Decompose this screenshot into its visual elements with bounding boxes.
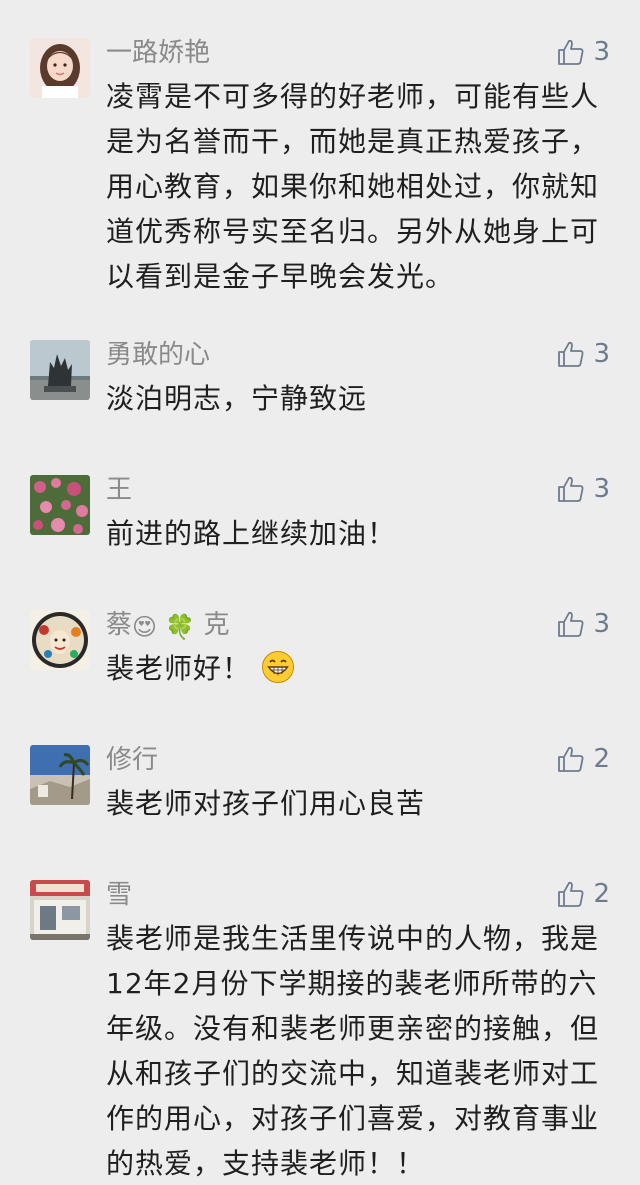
like-button[interactable]: 2	[555, 876, 610, 912]
comment-user-name[interactable]: 勇敢的心	[106, 338, 210, 372]
like-count: 2	[593, 744, 610, 774]
user-name-part: 克	[203, 610, 230, 640]
comment-text: 淡泊明志，宁静致远	[106, 382, 368, 415]
comment-item: 一路娇艳 3 凌霄是不可多得的好老师，可能有些人是为名誉而干，而她是真正热爱孩子…	[0, 36, 640, 293]
thumbs-up-icon	[558, 341, 584, 367]
like-count: 3	[593, 339, 610, 369]
comment-user-name[interactable]: 蔡😍 🍀 克	[106, 608, 229, 644]
thumbs-up-icon	[558, 746, 584, 772]
flowers-photo-avatar[interactable]	[30, 475, 90, 535]
clown-portrait-avatar[interactable]	[30, 610, 90, 670]
thumbs-up-icon	[558, 611, 584, 637]
comment-list: 一路娇艳 3 凌霄是不可多得的好老师，可能有些人是为名誉而干，而她是真正热爱孩子…	[0, 0, 640, 1185]
thumbs-up-icon	[558, 881, 584, 907]
like-button[interactable]: 3	[555, 606, 610, 642]
comment-text: 裴老师对孩子们用心良苦	[106, 787, 426, 820]
thumbs-up-icon	[558, 476, 584, 502]
comment-user-name[interactable]: 王	[106, 473, 132, 507]
comment-item: 雪 2 裴老师是我生活里传说中的人物，我是12年2月份下学期接的裴老师所带的六年…	[0, 878, 640, 1180]
comment-item: 修行 2 裴老师对孩子们用心良苦	[0, 743, 640, 835]
woman-portrait-avatar[interactable]	[30, 38, 90, 98]
like-button[interactable]: 3	[555, 336, 610, 372]
user-name-part: 蔡	[106, 610, 133, 640]
comment-user-name[interactable]: 修行	[106, 743, 158, 777]
like-button[interactable]: 3	[555, 34, 610, 70]
grin-emoji-icon	[262, 651, 295, 683]
comment-user-name[interactable]: 雪	[106, 878, 132, 912]
comment-text: 前进的路上继续加油！	[106, 517, 397, 550]
comment-text-content: 裴老师好！	[106, 652, 252, 685]
comment-item: 勇敢的心 3 淡泊明志，宁静致远	[0, 338, 640, 430]
like-count: 3	[593, 37, 610, 67]
four-leaf-clover-emoji: 🍀	[165, 613, 196, 641]
comment-item: 蔡😍 🍀 克 3 裴老师好！	[0, 608, 640, 700]
like-count: 2	[593, 879, 610, 909]
comment-item: 王 3 前进的路上继续加油！	[0, 473, 640, 565]
comment-text: 凌霄是不可多得的好老师，可能有些人是为名誉而干，而她是真正热爱孩子，用心教育，如…	[106, 80, 600, 293]
heart-eyes-emoji: 😍	[132, 613, 158, 641]
like-count: 3	[593, 609, 610, 639]
like-button[interactable]: 3	[555, 471, 610, 507]
storefront-photo-avatar[interactable]	[30, 880, 90, 940]
comment-text: 裴老师好！	[106, 646, 616, 691]
thumbs-up-icon	[558, 39, 584, 65]
like-button[interactable]: 2	[555, 741, 610, 777]
sculpture-photo-avatar[interactable]	[30, 340, 90, 400]
comment-text: 裴老师是我生活里传说中的人物，我是12年2月份下学期接的裴老师所带的六年级。没有…	[106, 922, 600, 1180]
like-count: 3	[593, 474, 610, 504]
comment-user-name[interactable]: 一路娇艳	[106, 36, 210, 70]
palm-tree-photo-avatar[interactable]	[30, 745, 90, 805]
